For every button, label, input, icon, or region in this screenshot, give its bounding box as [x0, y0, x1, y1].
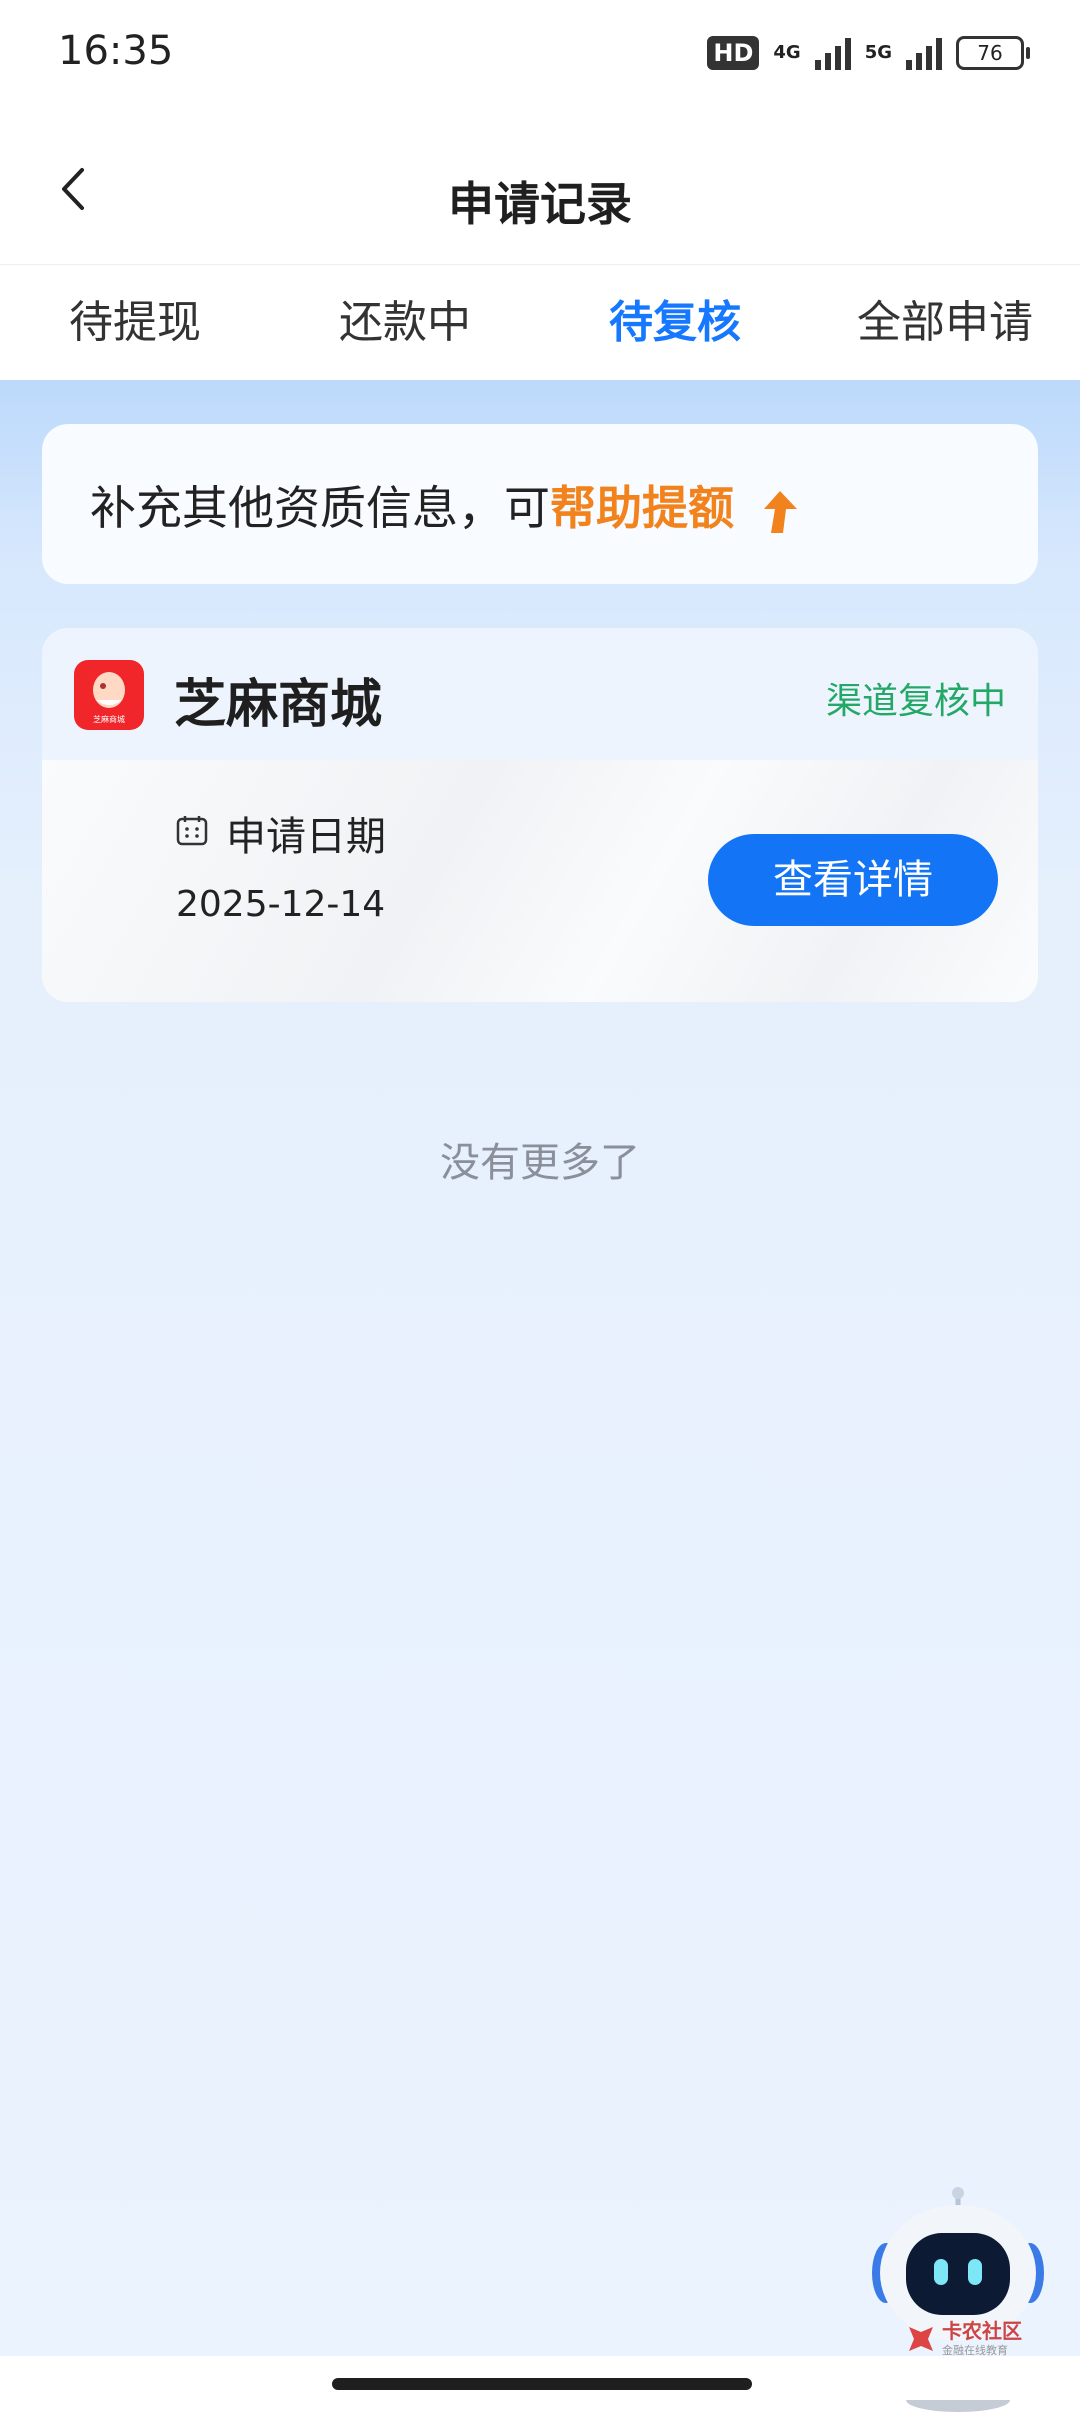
card-header: 芝麻商城 芝麻商城 渠道复核中 [42, 628, 1038, 760]
calendar-icon [176, 816, 208, 846]
card-body: 申请日期 2025-12-14 查看详情 [42, 760, 1038, 1002]
tab-all-applications[interactable]: 全部申请 [810, 265, 1080, 381]
banner-text: 补充其他资质信息，可帮助提额 [90, 472, 799, 538]
no-more-text: 没有更多了 [440, 1140, 640, 1186]
sesame-logo-icon: 芝麻商城 [93, 672, 125, 724]
tab-repaying[interactable]: 还款中 [270, 265, 540, 381]
tab-pending-withdraw[interactable]: 待提现 [0, 265, 270, 381]
network-5g-icon: 5G [865, 44, 892, 62]
network-5g-label: 5G [864, 42, 892, 63]
status-badge: 渠道复核中 [825, 681, 1006, 722]
signal-bars-icon [814, 36, 851, 70]
watermark-logo-icon [909, 2327, 933, 2351]
content-area: 补充其他资质信息，可帮助提额 芝麻商城 芝麻商城 渠道复核中 申请日期 2025… [0, 380, 1080, 2412]
logo-text: 芝麻商城 [93, 714, 125, 724]
merchant-logo: 芝麻商城 [74, 660, 144, 730]
status-time: 16:35 [58, 28, 174, 74]
watermark: 卡农社区 金融在线教育 [906, 2320, 1022, 2358]
application-card: 芝麻商城 芝麻商城 渠道复核中 申请日期 2025-12-14 查看详情 [42, 628, 1038, 1002]
status-bar: 16:35 HD 4G 5G 76 [0, 0, 1080, 110]
home-indicator[interactable] [332, 2378, 752, 2390]
battery-icon: 76 [956, 36, 1030, 70]
tab-bar: 待提现 还款中 待复核 全部申请 [0, 264, 1080, 381]
application-date-label: 申请日期 [226, 814, 386, 860]
network-4g-icon: 4G [773, 44, 800, 62]
arrow-up-icon [763, 490, 797, 533]
credit-boost-banner[interactable]: 补充其他资质信息，可帮助提额 [42, 424, 1038, 584]
nav-header: 申请记录 [0, 110, 1080, 264]
hd-icon: HD [707, 36, 760, 70]
application-date-value: 2025-12-14 [176, 884, 386, 925]
status-icons: HD 4G 5G 76 [707, 30, 1030, 76]
tab-pending-review[interactable]: 待复核 [540, 265, 810, 381]
page-title: 申请记录 [448, 177, 632, 231]
signal-bars-icon-2 [906, 36, 942, 70]
watermark-title: 卡农社区 [942, 2319, 1022, 2343]
view-details-button[interactable]: 查看详情 [708, 834, 998, 926]
banner-highlight: 帮助提额 [550, 481, 734, 535]
merchant-name: 芝麻商城 [174, 675, 383, 735]
banner-text-main: 补充其他资质信息，可 [90, 481, 550, 535]
network-4g-label: 4G [773, 42, 801, 63]
